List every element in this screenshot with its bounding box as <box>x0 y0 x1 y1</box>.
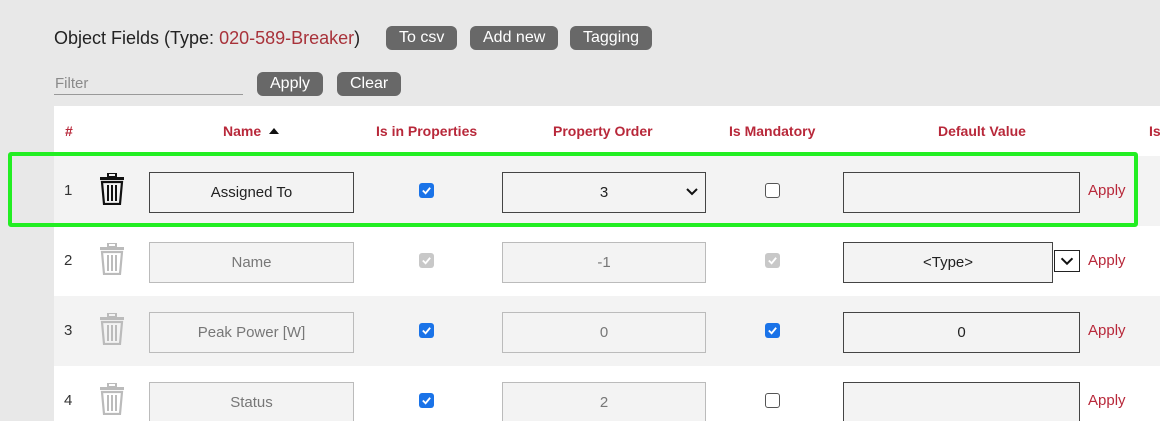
default-value-dropdown[interactable] <box>1054 250 1080 272</box>
property-order-select[interactable]: 3 <box>502 172 706 213</box>
col-header-in-properties[interactable]: Is in Properties <box>376 123 477 139</box>
sort-ascending-icon <box>269 128 280 134</box>
mandatory-checkbox <box>765 253 780 268</box>
filter-clear-button[interactable]: Clear <box>337 72 402 96</box>
object-type-name: 020-589-Breaker <box>219 27 355 48</box>
in-properties-checkbox[interactable] <box>419 323 434 338</box>
col-header-extra[interactable]: Is <box>1149 123 1160 139</box>
col-header-property-order[interactable]: Property Order <box>553 123 653 139</box>
row-number: 3 <box>64 322 73 339</box>
object-fields-table: # Name Is in Properties Property Order I… <box>54 106 1160 421</box>
table-row: 4 Status 2 Apply <box>54 366 1160 421</box>
filter-apply-button[interactable]: Apply <box>257 72 324 96</box>
field-name-input: Peak Power [W] <box>149 312 354 353</box>
table-row: 1 Assigned To 3 Apply <box>54 156 1160 226</box>
col-header-num: # <box>65 123 73 139</box>
row-apply-link[interactable]: Apply <box>1088 252 1126 269</box>
row-apply-link[interactable]: Apply <box>1088 322 1126 339</box>
in-properties-checkbox[interactable] <box>419 393 434 408</box>
col-header-default-value[interactable]: Default Value <box>938 123 1026 139</box>
field-name-input[interactable]: Assigned To <box>149 172 354 213</box>
field-name-input: Status <box>149 382 354 421</box>
table-header: # Name Is in Properties Property Order I… <box>54 106 1160 156</box>
in-properties-checkbox[interactable] <box>419 183 434 198</box>
default-value-input[interactable]: <Type> <box>843 242 1053 283</box>
tagging-button[interactable]: Tagging <box>570 26 653 50</box>
page-title: Object Fields (Type: 020-589-Breaker) <box>54 28 360 49</box>
property-order-input: 2 <box>502 382 706 421</box>
col-header-name[interactable]: Name <box>223 123 280 139</box>
col-header-name-label: Name <box>223 123 262 139</box>
delete-icon <box>99 312 125 346</box>
row-apply-link[interactable]: Apply <box>1088 392 1126 409</box>
mandatory-checkbox[interactable] <box>765 393 780 408</box>
default-value-input[interactable] <box>843 382 1080 421</box>
default-value-input[interactable]: 0 <box>843 312 1080 353</box>
title-suffix: ) <box>354 27 361 48</box>
add-new-button[interactable]: Add new <box>470 26 559 50</box>
field-name-input: Name <box>149 242 354 283</box>
to-csv-button[interactable]: To csv <box>386 26 458 50</box>
table-row: 2 Name -1 <Type> Apply <box>54 226 1160 296</box>
delete-icon <box>99 242 125 276</box>
row-number: 4 <box>64 392 73 409</box>
col-header-mandatory[interactable]: Is Mandatory <box>729 123 815 139</box>
chevron-down-icon <box>1060 257 1074 266</box>
table-row: 3 Peak Power [W] 0 0 Apply <box>54 296 1160 366</box>
row-number: 1 <box>64 182 73 199</box>
property-order-input: 0 <box>502 312 706 353</box>
title-prefix: Object Fields (Type: <box>54 27 220 48</box>
default-value-input[interactable] <box>843 172 1080 213</box>
row-number: 2 <box>64 252 73 269</box>
property-order-input: -1 <box>502 242 706 283</box>
row-apply-link[interactable]: Apply <box>1088 182 1126 199</box>
chevron-down-icon <box>686 188 698 196</box>
mandatory-checkbox[interactable] <box>765 323 780 338</box>
delete-icon <box>99 382 125 416</box>
property-order-value: 3 <box>599 184 609 201</box>
in-properties-checkbox <box>419 253 434 268</box>
mandatory-checkbox[interactable] <box>765 183 780 198</box>
filter-input[interactable] <box>54 73 243 95</box>
delete-icon[interactable] <box>99 172 125 206</box>
page-header: Object Fields (Type: 020-589-Breaker) <box>54 26 360 50</box>
